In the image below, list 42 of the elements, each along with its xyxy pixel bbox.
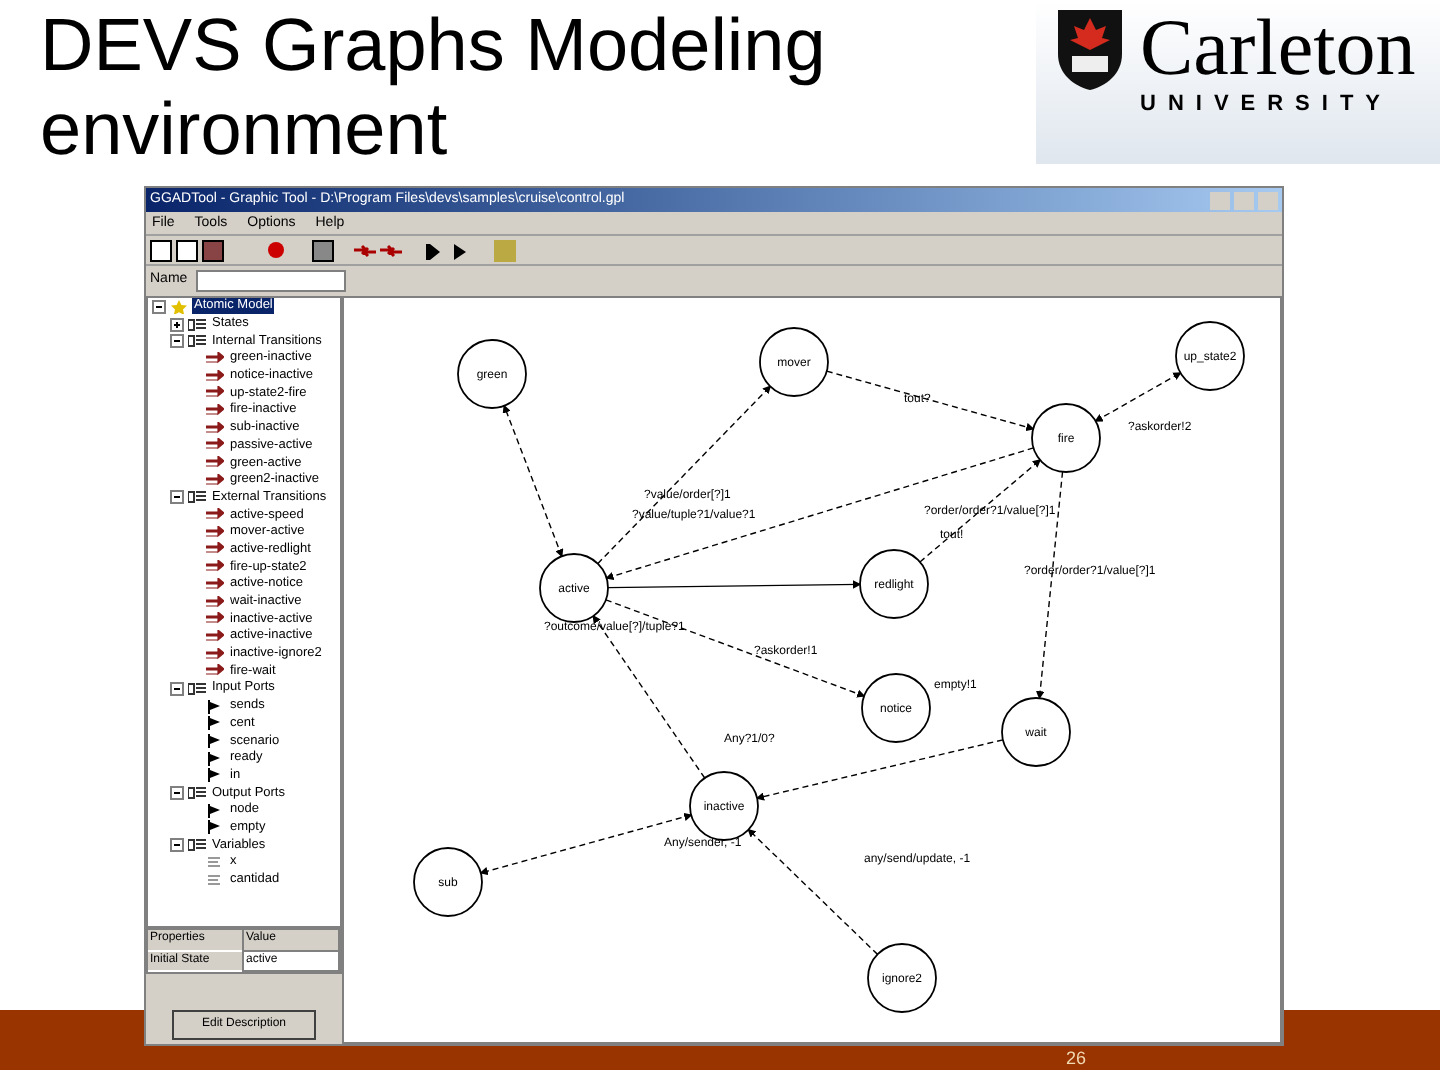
collapse-icon[interactable] [170, 838, 184, 853]
state-node [1031, 403, 1101, 473]
state-node [759, 327, 829, 397]
state-node [867, 943, 937, 1013]
record-icon[interactable] [268, 242, 284, 258]
collapse-icon[interactable] [170, 490, 184, 505]
variable-icon [206, 873, 224, 888]
save-icon[interactable] [202, 239, 224, 261]
expand-icon[interactable] [170, 317, 184, 332]
state-node [413, 847, 483, 917]
new-file-icon[interactable] [150, 239, 172, 261]
shield-icon [1056, 8, 1124, 92]
state-node [859, 549, 929, 619]
list-icon [188, 681, 206, 696]
play-icon[interactable] [448, 239, 470, 261]
star-icon [170, 299, 188, 314]
arrow-icon [206, 351, 224, 366]
state-node [861, 673, 931, 743]
collapse-icon[interactable] [170, 334, 184, 349]
state-node [1175, 321, 1245, 391]
state-node [539, 553, 609, 623]
arrows-icon[interactable] [380, 239, 402, 261]
collapse-icon[interactable] [170, 786, 184, 801]
arrows-icon[interactable] [354, 239, 376, 261]
list-icon [188, 838, 206, 853]
variable-icon [206, 855, 224, 870]
state-node [689, 771, 759, 841]
list-icon [188, 786, 206, 801]
tool-icon[interactable] [312, 239, 334, 261]
name-input[interactable] [195, 270, 346, 292]
slide-title: DEVS Graphs Modeling environment [40, 4, 828, 172]
logo-subtitle: UNIVERSITY [1140, 90, 1395, 120]
collapse-icon[interactable] [152, 299, 166, 314]
list-icon [188, 490, 206, 505]
state-node [1001, 697, 1071, 767]
step-icon[interactable] [422, 239, 444, 261]
logo-wordmark: Carleton [1140, 8, 1416, 88]
page-number: 26 [1066, 1048, 1087, 1068]
state-node [457, 339, 527, 409]
open-file-icon[interactable] [176, 239, 198, 261]
collapse-icon[interactable] [170, 681, 184, 696]
double-arrow [1094, 372, 1182, 422]
